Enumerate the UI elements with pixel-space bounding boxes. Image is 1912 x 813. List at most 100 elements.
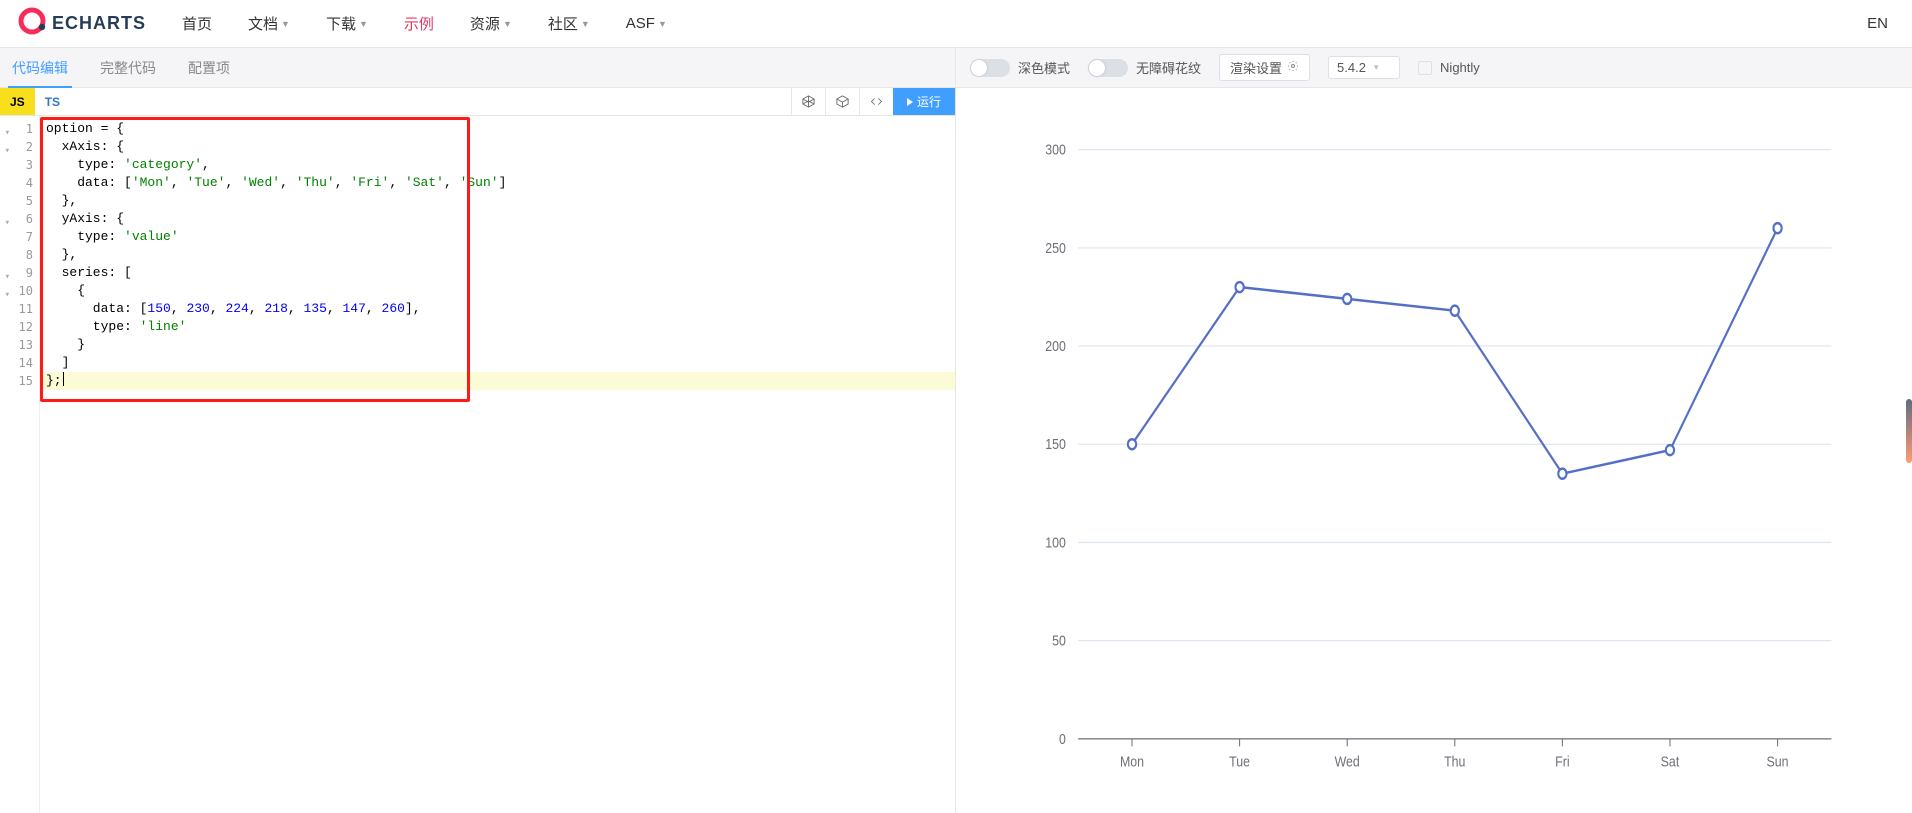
series-line [1132, 228, 1778, 474]
code-line[interactable]: type: 'category', [46, 156, 949, 174]
code-line[interactable]: }; [40, 372, 955, 390]
chart-svg: 050100150200250300MonTueWedThuFriSatSun [1006, 112, 1852, 789]
left-tab-1[interactable]: 完整代码 [100, 48, 156, 87]
x-tick-label: Sat [1661, 753, 1680, 769]
series-point[interactable] [1666, 445, 1674, 455]
decal-toggle[interactable] [1088, 59, 1128, 77]
nav-link-6[interactable]: ASF▼ [626, 15, 667, 32]
nav-link-1[interactable]: 文档▼ [248, 13, 290, 34]
code-line[interactable]: }, [46, 192, 949, 210]
gutter-line: 1▾ [0, 120, 39, 138]
brand-text: ECHARTS [52, 13, 146, 34]
version-select[interactable]: 5.4.2 ▾ [1328, 56, 1400, 79]
dark-mode-toggle[interactable] [970, 59, 1010, 77]
fold-icon[interactable]: ▾ [2, 214, 10, 222]
chevron-down-icon: ▼ [281, 19, 290, 29]
fold-icon[interactable]: ▾ [2, 286, 10, 294]
y-tick-label: 100 [1045, 534, 1066, 550]
left-pane: 代码编辑完整代码配置项 JS TS 运行 1▾2▾3456▾789▾10▾111… [0, 48, 956, 813]
code-line[interactable]: type: 'line' [46, 318, 949, 336]
logo-icon [18, 7, 46, 40]
gutter-line: 11 [0, 300, 39, 318]
series-point[interactable] [1773, 223, 1781, 233]
chevron-down-icon: ▼ [658, 19, 667, 29]
y-tick-label: 0 [1059, 731, 1066, 747]
chevron-down-icon: ▼ [359, 19, 368, 29]
editor-tab-js[interactable]: JS [0, 88, 35, 115]
open-in-sandbox-button[interactable] [825, 88, 859, 115]
nav-link-label: 首页 [182, 13, 212, 34]
editor-toolbar: JS TS 运行 [0, 88, 955, 116]
editor-tab-ts[interactable]: TS [35, 88, 70, 115]
view-source-button[interactable] [859, 88, 893, 115]
chart-area: 050100150200250300MonTueWedThuFriSatSun [956, 88, 1912, 813]
code-line[interactable]: }, [46, 246, 949, 264]
gutter-line: 12 [0, 318, 39, 336]
chevron-down-icon: ▼ [503, 19, 512, 29]
gutter-line: 10▾ [0, 282, 39, 300]
nav-link-label: 资源 [470, 13, 500, 34]
nav-links: 首页文档▼下载▼示例资源▼社区▼ASF▼ [182, 13, 1853, 34]
editor-code[interactable]: option = { xAxis: { type: 'category', da… [40, 116, 955, 813]
gutter-line: 14 [0, 354, 39, 372]
series-point[interactable] [1451, 306, 1459, 316]
nightly-checkbox[interactable] [1418, 61, 1432, 75]
y-tick-label: 150 [1045, 436, 1066, 452]
x-tick-label: Mon [1120, 753, 1144, 769]
brand[interactable]: ECHARTS [18, 7, 146, 40]
code-line[interactable]: data: [150, 230, 224, 218, 135, 147, 260… [46, 300, 949, 318]
open-in-codepen-button[interactable] [791, 88, 825, 115]
left-tabs: 代码编辑完整代码配置项 [0, 48, 955, 88]
x-tick-label: Fri [1555, 753, 1569, 769]
code-line[interactable]: ] [46, 354, 949, 372]
gutter-line: 9▾ [0, 264, 39, 282]
dark-mode-label: 深色模式 [1018, 58, 1070, 77]
code-line[interactable]: series: [ [46, 264, 949, 282]
decal-label: 无障碍花纹 [1136, 58, 1201, 77]
language-switch[interactable]: EN [1861, 11, 1894, 36]
render-settings-button[interactable]: 渲染设置 [1219, 54, 1310, 81]
series-point[interactable] [1235, 282, 1243, 292]
code-line[interactable]: type: 'value' [46, 228, 949, 246]
run-button-label: 运行 [917, 93, 941, 110]
gutter-line: 4 [0, 174, 39, 192]
nav-link-4[interactable]: 资源▼ [470, 13, 512, 34]
gutter-line: 7 [0, 228, 39, 246]
nav-link-3[interactable]: 示例 [404, 13, 434, 34]
nightly-label: Nightly [1440, 60, 1480, 75]
nav-link-0[interactable]: 首页 [182, 13, 212, 34]
left-tab-2[interactable]: 配置项 [188, 48, 230, 87]
chevron-down-icon: ▼ [581, 19, 590, 29]
fold-icon[interactable]: ▾ [2, 124, 10, 132]
gear-icon [1287, 60, 1299, 75]
fold-icon[interactable]: ▾ [2, 268, 10, 276]
left-tab-0[interactable]: 代码编辑 [12, 48, 68, 87]
x-tick-label: Sun [1767, 753, 1789, 769]
run-button[interactable]: 运行 [893, 88, 955, 115]
code-editor[interactable]: 1▾2▾3456▾789▾10▾1112131415 option = { xA… [0, 116, 955, 813]
series-point[interactable] [1558, 469, 1566, 479]
gutter-line: 15 [0, 372, 39, 390]
version-select-label: 5.4.2 [1337, 60, 1366, 75]
gutter-line: 13 [0, 336, 39, 354]
y-tick-label: 250 [1045, 240, 1066, 256]
code-line[interactable]: option = { [46, 120, 949, 138]
code-line[interactable]: } [46, 336, 949, 354]
series-point[interactable] [1343, 294, 1351, 304]
y-tick-label: 300 [1045, 142, 1066, 158]
top-nav: ECHARTS 首页文档▼下载▼示例资源▼社区▼ASF▼ EN [0, 0, 1912, 48]
nav-link-5[interactable]: 社区▼ [548, 13, 590, 34]
nav-link-label: 社区 [548, 13, 578, 34]
code-line[interactable]: { [46, 282, 949, 300]
gutter-line: 3 [0, 156, 39, 174]
editor-gutter: 1▾2▾3456▾789▾10▾1112131415 [0, 116, 40, 813]
nav-link-label: ASF [626, 15, 655, 32]
code-line[interactable]: xAxis: { [46, 138, 949, 156]
side-accent-strip [1906, 399, 1912, 463]
fold-icon[interactable]: ▾ [2, 142, 10, 150]
code-line[interactable]: yAxis: { [46, 210, 949, 228]
code-line[interactable]: data: ['Mon', 'Tue', 'Wed', 'Thu', 'Fri'… [46, 174, 949, 192]
nav-link-2[interactable]: 下载▼ [326, 13, 368, 34]
series-point[interactable] [1128, 439, 1136, 449]
preview-toolbar: 深色模式 无障碍花纹 渲染设置 5.4.2 ▾ Nightly [956, 48, 1912, 88]
